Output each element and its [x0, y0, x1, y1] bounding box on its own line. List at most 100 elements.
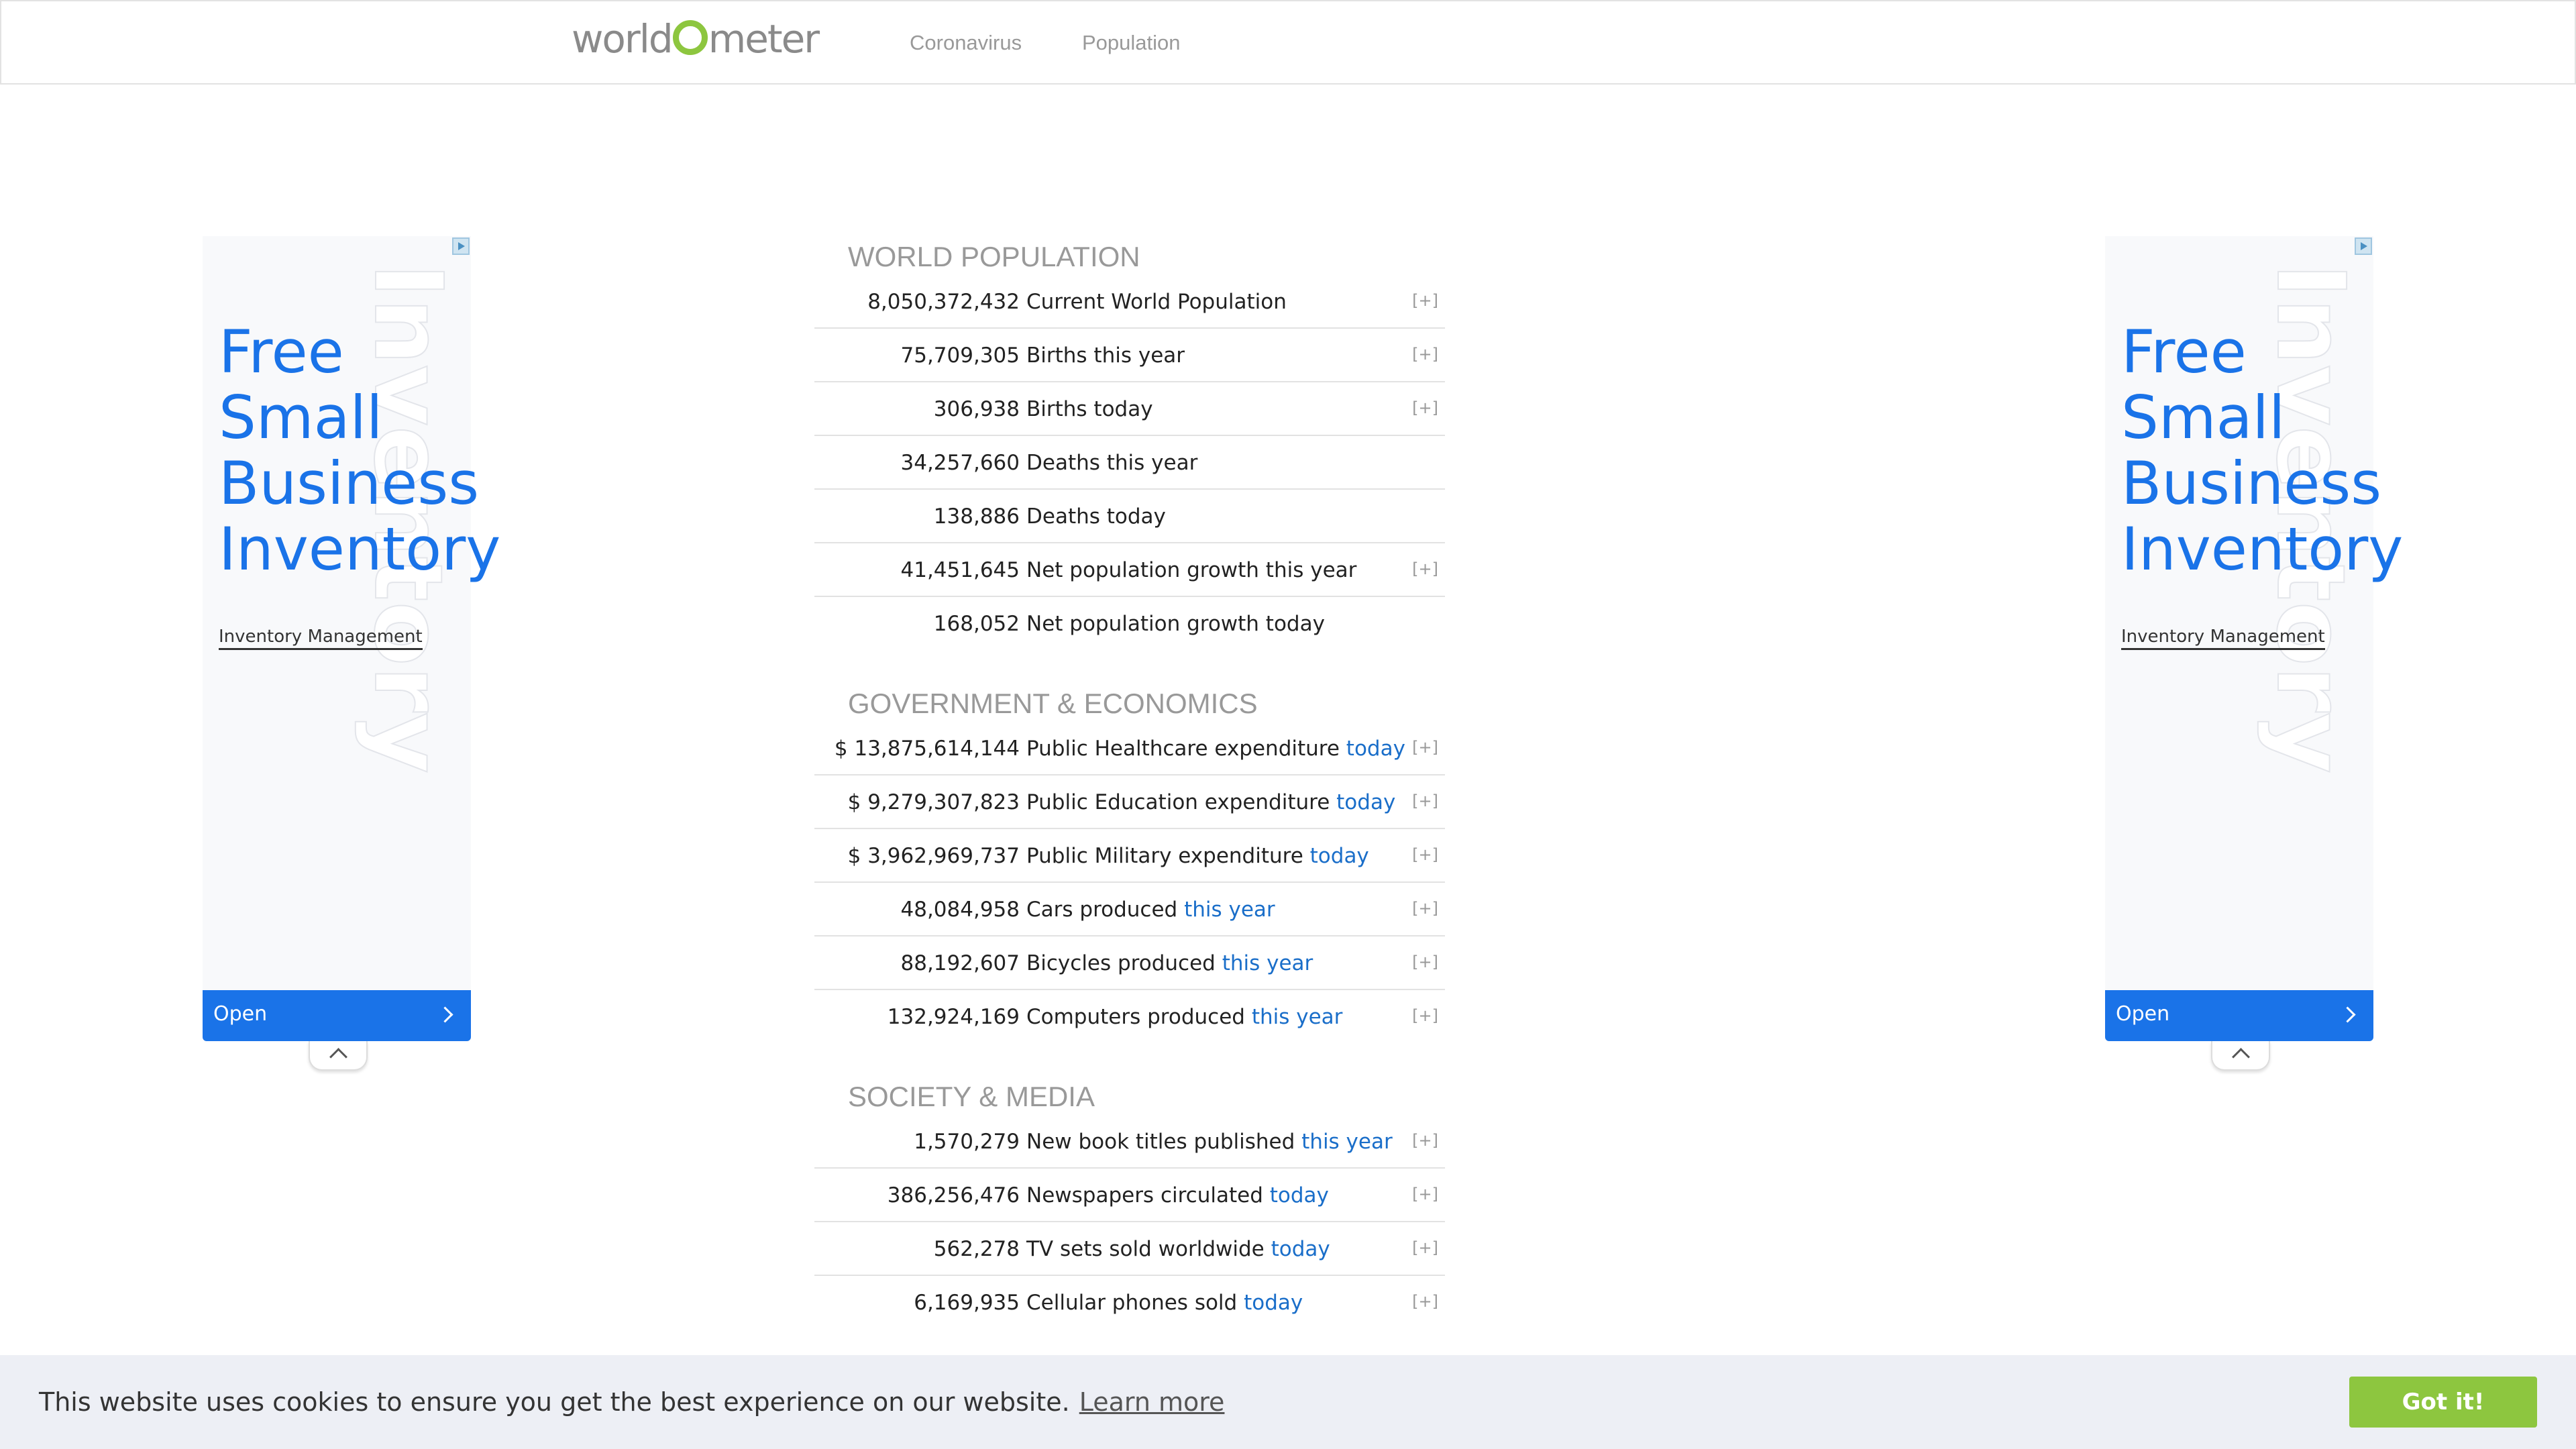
counter-period-link[interactable]: today	[1336, 790, 1395, 814]
got-it-button[interactable]: Got it!	[2349, 1377, 2537, 1428]
ad-collapse-button[interactable]	[309, 1041, 368, 1071]
ad-headline[interactable]: Free Small Business Inventory	[219, 319, 500, 582]
counter-label: Public Healthcare expenditure today	[1026, 737, 1405, 761]
counter-row: $ 9,279,307,823 Public Education expendit…	[814, 775, 1445, 829]
counter-value: 48,084,958	[900, 898, 1020, 922]
counter-value: 386,256,476	[887, 1183, 1020, 1208]
ad-panel: Inventory Free Small Business Inventory …	[203, 236, 500, 990]
counter-period-link[interactable]: today	[1271, 1237, 1330, 1261]
counter-value: 132,924,169	[887, 1005, 1020, 1029]
counter-row: 168,052 Net population growth today	[814, 597, 1445, 649]
expand-toggle[interactable]: [+]	[1412, 1115, 1438, 1166]
counter-period-link[interactable]: this year	[1184, 898, 1275, 922]
expand-toggle[interactable]: [+]	[1412, 543, 1438, 594]
counter-row: 48,084,958 Cars produced this year [+]	[814, 883, 1445, 936]
cookie-consent-bar: This website uses cookies to ensure you …	[0, 1355, 2576, 1449]
counter-value: 75,709,305	[900, 343, 1020, 368]
counter-row: 386,256,476 Newspapers circulated today [+…	[814, 1169, 1445, 1222]
counter-value: 8,050,372,432	[867, 290, 1020, 314]
counter-label: Cars produced this year	[1026, 898, 1275, 922]
counter-label: Cellular phones sold today	[1026, 1291, 1303, 1315]
counter-value: 168,052	[933, 612, 1020, 636]
counter-row: 88,192,607 Bicycles produced this year [+]	[814, 936, 1445, 990]
counter-label: Net population growth today	[1026, 612, 1325, 636]
counter-row: 138,886 Deaths today	[814, 490, 1445, 543]
counter-value: 41,451,645	[900, 558, 1020, 582]
ad-link[interactable]: Inventory Management	[219, 627, 423, 650]
ad-link[interactable]: Inventory Management	[2121, 627, 2325, 650]
expand-toggle[interactable]: [+]	[1412, 829, 1438, 880]
expand-toggle[interactable]: [+]	[1412, 990, 1438, 1041]
counter-label: Computers produced this year	[1026, 1005, 1343, 1029]
counter-row: $ 3,962,969,737 Public Military expenditu…	[814, 829, 1445, 883]
counter-row: 34,257,660 Deaths this year	[814, 436, 1445, 490]
counter-label: Deaths today	[1026, 504, 1166, 529]
counter-label: Public Military expenditure today	[1026, 844, 1369, 868]
ad-headline[interactable]: Free Small Business Inventory	[2121, 319, 2403, 582]
expand-toggle[interactable]: [+]	[1412, 1169, 1438, 1220]
expand-toggle[interactable]: [+]	[1412, 1276, 1438, 1327]
adchoices-icon[interactable]	[2355, 237, 2372, 255]
expand-toggle[interactable]: [+]	[1412, 883, 1438, 934]
counter-row: 562,278 TV sets sold worldwide today [+]	[814, 1222, 1445, 1276]
counter-period-link[interactable]: today	[1270, 1183, 1329, 1208]
counter-period-link[interactable]: today	[1244, 1291, 1303, 1315]
counter-period-link[interactable]: today	[1346, 737, 1405, 761]
counter-row: 41,451,645 Net population growth this yea…	[814, 543, 1445, 597]
counter-period-link[interactable]: this year	[1301, 1130, 1393, 1154]
ad-collapse-button[interactable]	[2211, 1041, 2270, 1071]
counter-label: Bicycles produced this year	[1026, 951, 1313, 975]
counter-value: 562,278	[933, 1237, 1020, 1261]
right-ad[interactable]: Inventory Free Small Business Inventory …	[2105, 236, 2403, 1071]
counter-row: 8,050,372,432 Current World Population [+]	[814, 275, 1445, 329]
counter-period-link[interactable]: today	[1310, 844, 1369, 868]
counter-label: Deaths this year	[1026, 451, 1198, 475]
expand-toggle[interactable]: [+]	[1412, 936, 1438, 987]
worldometer-logo[interactable]: world meter	[572, 16, 820, 62]
counter-value: 34,257,660	[900, 451, 1020, 475]
cookie-message: This website uses cookies to ensure you …	[39, 1387, 1225, 1417]
chevron-up-icon	[329, 1048, 347, 1066]
chevron-up-icon	[2232, 1048, 2250, 1066]
section-title: SOCIETY & MEDIA	[848, 1081, 1095, 1112]
expand-toggle[interactable]: [+]	[1412, 329, 1438, 380]
counter-value: 138,886	[933, 504, 1020, 529]
counter-row: 132,924,169 Computers produced this year […	[814, 990, 1445, 1042]
counter-value: 6,169,935	[914, 1291, 1020, 1315]
counter-label: Current World Population	[1026, 290, 1287, 314]
counter-label: Net population growth this year	[1026, 558, 1357, 582]
expand-toggle[interactable]: [+]	[1412, 722, 1438, 773]
counter-row: $ 13,875,614,144 Public Healthcare expend…	[814, 722, 1445, 775]
counter-label: Births today	[1026, 397, 1153, 421]
counter-value: 306,938	[933, 397, 1020, 421]
counter-label: Public Education expenditure today	[1026, 790, 1396, 814]
nav-link-coronavirus[interactable]: Coronavirus	[910, 31, 1022, 55]
counter-value: $ 13,875,614,144	[834, 737, 1020, 761]
counters-main: WORLD POPULATION 8,050,372,432 Current Wor…	[814, 228, 1452, 1328]
ad-open-button[interactable]: Open	[2105, 990, 2373, 1041]
left-ad[interactable]: Inventory Free Small Business Inventory …	[203, 236, 500, 1071]
counter-row: 75,709,305 Births this year [+]	[814, 329, 1445, 382]
section-title: GOVERNMENT & ECONOMICS	[848, 688, 1258, 719]
nav-link-population[interactable]: Population	[1082, 31, 1181, 55]
expand-toggle[interactable]: [+]	[1412, 1222, 1438, 1273]
chevron-right-icon	[437, 1006, 453, 1023]
expand-toggle[interactable]: [+]	[1412, 775, 1438, 826]
top-navbar: world meter Coronavirus Population	[0, 0, 2576, 85]
counter-row: 6,169,935 Cellular phones sold today [+]	[814, 1276, 1445, 1328]
counter-label: New book titles published this year	[1026, 1130, 1393, 1154]
counter-value: $ 9,279,307,823	[847, 790, 1020, 814]
expand-toggle[interactable]: [+]	[1412, 275, 1438, 326]
adchoices-icon[interactable]	[452, 237, 470, 255]
learn-more-link[interactable]: Learn more	[1079, 1387, 1225, 1417]
counter-value: $ 3,962,969,737	[847, 844, 1020, 868]
ad-open-button[interactable]: Open	[203, 990, 471, 1041]
counter-label: Newspapers circulated today	[1026, 1183, 1329, 1208]
counter-row: 1,570,279 New book titles published this …	[814, 1115, 1445, 1169]
counter-label: Births this year	[1026, 343, 1185, 368]
counter-period-link[interactable]: this year	[1252, 1005, 1343, 1029]
expand-toggle[interactable]: [+]	[1412, 382, 1438, 433]
counter-period-link[interactable]: this year	[1222, 951, 1313, 975]
